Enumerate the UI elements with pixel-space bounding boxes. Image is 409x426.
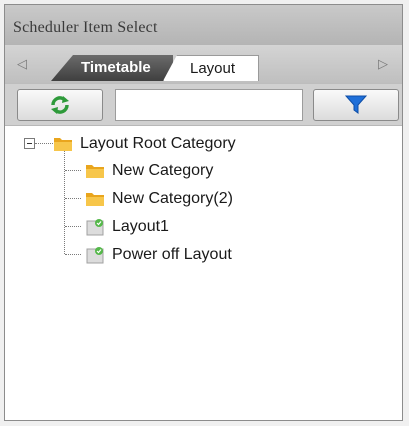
layout-tree: Layout Root Category New Category New Ca… bbox=[5, 125, 402, 420]
search-input[interactable] bbox=[115, 89, 303, 121]
scheduler-item-select-panel: Scheduler Item Select ◁ Timetable Layout… bbox=[4, 4, 403, 421]
tab-scroll-left-icon[interactable]: ◁ bbox=[11, 53, 33, 75]
tab-strip: ◁ Timetable Layout ▷ bbox=[5, 45, 402, 83]
folder-icon bbox=[54, 138, 72, 151]
tab-layout[interactable]: Layout bbox=[163, 55, 259, 81]
tree-node-power-off-layout[interactable]: Power off Layout bbox=[85, 243, 232, 267]
folder-icon bbox=[86, 165, 104, 178]
tree-node-root[interactable]: Layout Root Category bbox=[53, 132, 236, 156]
tab-timetable[interactable]: Timetable bbox=[51, 55, 173, 81]
layout-icon bbox=[86, 219, 104, 236]
title-bar: Scheduler Item Select bbox=[5, 5, 402, 46]
tree-node-label: Power off Layout bbox=[112, 246, 232, 263]
tree-node-label: Layout1 bbox=[112, 218, 169, 235]
layout-icon bbox=[86, 247, 104, 264]
tab-scroll-right-icon[interactable]: ▷ bbox=[372, 53, 394, 75]
toolbar bbox=[5, 83, 402, 126]
refresh-icon bbox=[51, 96, 69, 114]
filter-button[interactable] bbox=[313, 89, 399, 121]
tree-node-new-category[interactable]: New Category bbox=[85, 159, 213, 183]
tree-node-label: Layout Root Category bbox=[80, 135, 236, 152]
refresh-button[interactable] bbox=[17, 89, 103, 121]
tree-node-label: New Category bbox=[112, 162, 214, 179]
filter-icon bbox=[345, 95, 367, 114]
panel-title: Scheduler Item Select bbox=[13, 19, 158, 36]
tree-node-label: New Category(2) bbox=[112, 190, 233, 207]
tree-node-layout1[interactable]: Layout1 bbox=[85, 215, 169, 239]
folder-icon bbox=[86, 193, 104, 206]
tree-node-new-category-2[interactable]: New Category(2) bbox=[85, 187, 233, 211]
collapse-toggle-icon[interactable] bbox=[24, 138, 35, 149]
